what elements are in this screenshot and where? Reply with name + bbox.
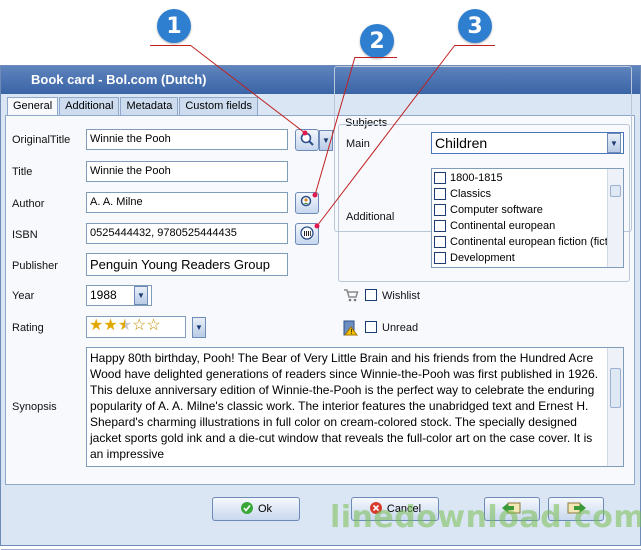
search-web-button[interactable] xyxy=(295,129,319,151)
callout-2: 2 xyxy=(360,24,394,58)
wishlist-checkbox[interactable] xyxy=(365,289,377,301)
year-value: 1988 xyxy=(90,288,117,302)
rating-dropdown-arrow[interactable]: ▼ xyxy=(192,317,206,338)
synopsis-text: Happy 80th birthday, Pooh! The Bear of V… xyxy=(90,351,599,461)
rating-star-icon[interactable]: ★ xyxy=(118,317,132,334)
unread-label: Unread xyxy=(382,322,419,334)
chevron-down-icon: ▼ xyxy=(195,323,203,332)
chevron-down-icon: ▼ xyxy=(322,136,330,145)
subjects-frame xyxy=(338,124,630,282)
tab-additional[interactable]: Additional xyxy=(59,97,120,115)
rating-star-icon[interactable]: ☆ xyxy=(146,317,160,334)
wishlist-label: Wishlist xyxy=(382,290,420,302)
author-search-button[interactable] xyxy=(295,192,319,214)
watermark: linedownload.com xyxy=(330,500,641,535)
tab-metadata[interactable]: Metadata xyxy=(120,97,179,115)
rating-star-icon[interactable]: ★ xyxy=(89,317,103,334)
title-label: Title xyxy=(12,166,33,178)
rating-label: Rating xyxy=(12,322,44,334)
cart-icon xyxy=(343,288,359,305)
year-dropdown-arrow[interactable]: ▼ xyxy=(134,286,148,305)
year-label: Year xyxy=(12,290,35,302)
warning-book-icon: ! xyxy=(343,319,359,339)
check-icon xyxy=(240,501,254,518)
callout-2-line xyxy=(355,57,397,58)
callout-3: 3 xyxy=(458,9,492,43)
rating-star-icon[interactable]: ★ xyxy=(103,317,117,334)
tab-general[interactable]: General xyxy=(7,97,59,116)
callout-1-line xyxy=(150,45,190,46)
rating-star-icon[interactable]: ☆ xyxy=(132,317,146,334)
author-search-icon xyxy=(299,194,315,213)
isbn-lookup-button[interactable] xyxy=(295,223,319,245)
synopsis-scrollbar[interactable] xyxy=(607,348,623,466)
publisher-input[interactable]: Penguin Young Readers Group xyxy=(86,253,288,276)
isbn-barcode-icon xyxy=(299,225,315,244)
chevron-down-icon: ▼ xyxy=(137,291,145,300)
callout-3-line xyxy=(455,45,495,46)
original-title-input[interactable]: Winnie the Pooh xyxy=(86,129,288,150)
rating-stars: ★★★☆☆ xyxy=(89,317,161,334)
rating-control[interactable]: ★★★☆☆ xyxy=(86,316,186,338)
original-title-label: OriginalTitle xyxy=(12,134,71,146)
ok-label: Ok xyxy=(257,503,273,515)
svg-text:!: ! xyxy=(350,328,353,336)
tab-custom-fields[interactable]: Custom fields xyxy=(179,97,258,115)
author-label: Author xyxy=(12,198,45,210)
author-input[interactable]: A. A. Milne xyxy=(86,192,288,213)
search-source-dropdown[interactable]: ▼ xyxy=(319,130,333,151)
isbn-label: ISBN xyxy=(12,229,38,241)
callout-1: 1 xyxy=(157,9,191,43)
publisher-label: Publisher xyxy=(12,260,58,272)
search-web-icon xyxy=(299,131,315,150)
synopsis-label: Synopsis xyxy=(12,401,57,413)
tab-bar: General Additional Metadata Custom field… xyxy=(7,97,259,116)
unread-checkbox[interactable] xyxy=(365,321,377,333)
title-input[interactable]: Winnie the Pooh xyxy=(86,161,288,182)
ok-button[interactable]: Ok xyxy=(212,497,300,521)
synopsis-scroll-thumb[interactable] xyxy=(610,368,621,408)
isbn-input[interactable]: 0525444432, 9780525444435 xyxy=(86,223,288,244)
synopsis-textarea[interactable]: Happy 80th birthday, Pooh! The Bear of V… xyxy=(86,347,624,467)
